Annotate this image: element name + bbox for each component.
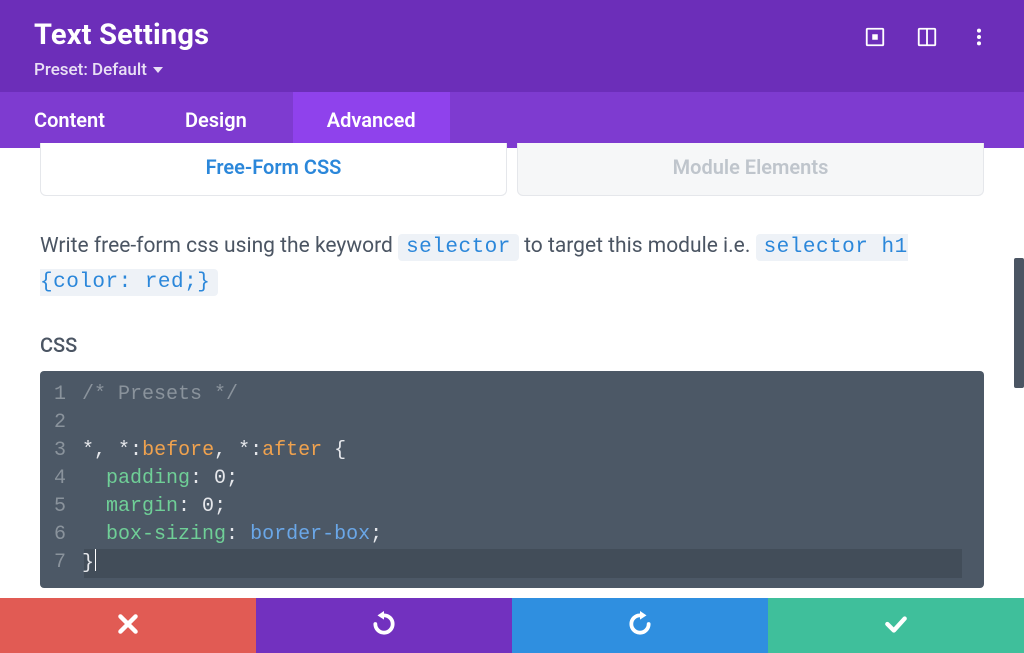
code-line: 4 padding: 0; xyxy=(54,465,970,493)
scrollbar-thumb[interactable] xyxy=(1014,258,1024,388)
main-tabs: Content Design Advanced xyxy=(0,92,1024,148)
css-subtabs: Free-Form CSS Module Elements xyxy=(40,143,984,196)
tab-advanced[interactable]: Advanced xyxy=(293,92,450,148)
code-line: 6 box-sizing: border-box; xyxy=(54,521,970,549)
preset-dropdown[interactable]: Preset: Default xyxy=(34,60,209,80)
code-line: 1 /* Presets */ xyxy=(54,381,970,409)
css-editor[interactable]: 1 /* Presets */ 2 3 *, *:before, *:after… xyxy=(40,371,984,588)
expand-icon[interactable] xyxy=(864,26,886,48)
desc-mid: to target this module i.e. xyxy=(524,234,755,258)
preset-label: Preset: Default xyxy=(34,60,147,80)
tab-design[interactable]: Design xyxy=(139,92,293,148)
line-number: 7 xyxy=(54,549,82,578)
css-section-label: CSS xyxy=(40,333,984,357)
redo-icon xyxy=(627,611,653,641)
more-vertical-icon[interactable] xyxy=(968,26,990,48)
subtab-freeform-css[interactable]: Free-Form CSS xyxy=(40,143,507,196)
line-number: 1 xyxy=(54,381,82,409)
undo-icon xyxy=(371,611,397,641)
css-description: Write free-form css using the keyword se… xyxy=(40,230,984,299)
header-left: Text Settings Preset: Default xyxy=(34,18,209,80)
line-number: 3 xyxy=(54,437,82,465)
desc-pre: Write free-form css using the keyword xyxy=(40,234,398,258)
columns-icon[interactable] xyxy=(916,26,938,48)
check-icon xyxy=(883,611,909,641)
caret-down-icon xyxy=(153,67,163,73)
header-icons xyxy=(864,18,994,48)
code-line: 7 } xyxy=(54,549,970,578)
redo-button[interactable] xyxy=(512,598,768,653)
line-number: 5 xyxy=(54,493,82,521)
content-area: Free-Form CSS Module Elements Write free… xyxy=(0,143,1024,588)
line-number: 6 xyxy=(54,521,82,549)
code-line: 5 margin: 0; xyxy=(54,493,970,521)
code-line: 3 *, *:before, *:after { xyxy=(54,437,970,465)
footer-actions xyxy=(0,598,1024,653)
app-window: Text Settings Preset: Default Content De… xyxy=(0,0,1024,653)
confirm-button[interactable] xyxy=(768,598,1024,653)
close-icon xyxy=(115,611,141,641)
text-caret xyxy=(95,549,96,571)
tab-content[interactable]: Content xyxy=(0,92,139,148)
subtab-module-elements[interactable]: Module Elements xyxy=(517,143,984,196)
undo-button[interactable] xyxy=(256,598,512,653)
code-line: 2 xyxy=(54,409,970,437)
line-number: 4 xyxy=(54,465,82,493)
cancel-button[interactable] xyxy=(0,598,256,653)
line-number: 2 xyxy=(54,409,82,437)
modal-header: Text Settings Preset: Default xyxy=(0,0,1024,92)
desc-keyword-1: selector xyxy=(398,234,519,261)
modal-title: Text Settings xyxy=(34,18,209,52)
